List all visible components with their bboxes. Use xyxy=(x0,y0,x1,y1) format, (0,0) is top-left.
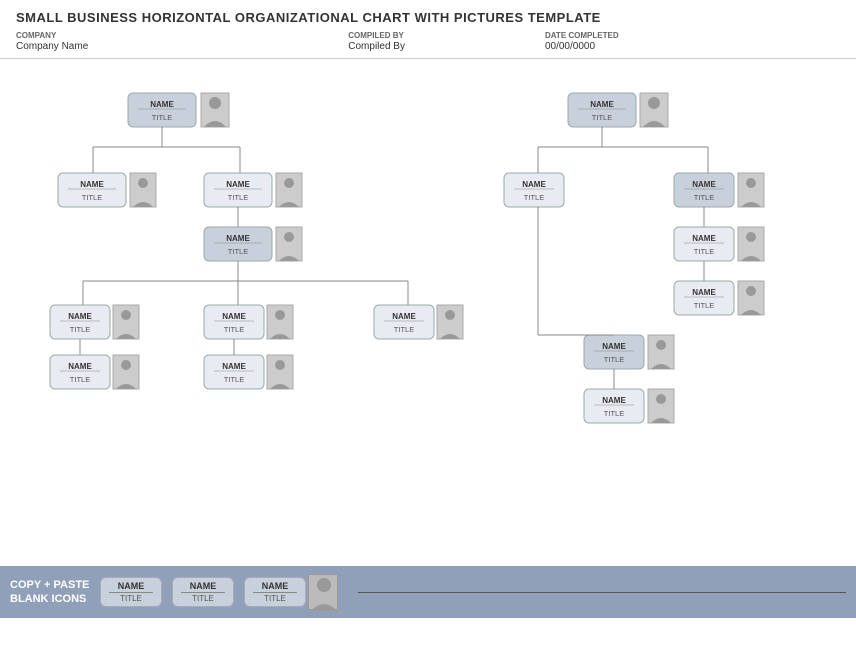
bottom-bar-label: COPY + PASTE BLANK ICONS xyxy=(10,578,90,607)
date-value[interactable]: 00/00/0000 xyxy=(545,41,619,52)
template-node-3: NAME TITLE xyxy=(244,574,338,610)
svg-text:NAME: NAME xyxy=(522,180,546,189)
svg-text:TITLE: TITLE xyxy=(70,375,90,384)
svg-text:TITLE: TITLE xyxy=(694,247,714,256)
svg-text:TITLE: TITLE xyxy=(694,301,714,310)
company-label: COMPANY xyxy=(16,31,88,40)
compiled-label: COMPILED BY xyxy=(348,31,405,40)
company-value[interactable]: Company Name xyxy=(16,41,88,52)
svg-text:NAME: NAME xyxy=(68,362,92,371)
svg-text:TITLE: TITLE xyxy=(604,355,624,364)
svg-text:TITLE: TITLE xyxy=(224,325,244,334)
svg-text:NAME: NAME xyxy=(692,234,716,243)
org-chart-svg: NAME TITLE NAME TITLE NAME TITLE NAME TI… xyxy=(8,65,844,555)
svg-text:NAME: NAME xyxy=(222,362,246,371)
svg-text:NAME: NAME xyxy=(150,100,174,109)
svg-text:NAME: NAME xyxy=(602,342,626,351)
template-node-1: NAME TITLE xyxy=(100,577,162,607)
svg-text:NAME: NAME xyxy=(226,180,250,189)
bottom-bar: COPY + PASTE BLANK ICONS NAME TITLE NAME… xyxy=(0,566,856,618)
svg-text:TITLE: TITLE xyxy=(228,247,248,256)
svg-text:TITLE: TITLE xyxy=(694,193,714,202)
svg-text:NAME: NAME xyxy=(692,180,716,189)
svg-text:NAME: NAME xyxy=(80,180,104,189)
svg-text:NAME: NAME xyxy=(602,396,626,405)
svg-text:TITLE: TITLE xyxy=(82,193,102,202)
svg-text:NAME: NAME xyxy=(692,288,716,297)
svg-text:TITLE: TITLE xyxy=(70,325,90,334)
template-node-2: NAME TITLE xyxy=(172,577,234,607)
svg-text:TITLE: TITLE xyxy=(604,409,624,418)
svg-text:NAME: NAME xyxy=(226,234,250,243)
svg-text:NAME: NAME xyxy=(68,312,92,321)
svg-text:TITLE: TITLE xyxy=(152,113,172,122)
compiled-value[interactable]: Compiled By xyxy=(348,41,405,52)
svg-text:TITLE: TITLE xyxy=(224,375,244,384)
svg-text:TITLE: TITLE xyxy=(524,193,544,202)
svg-text:NAME: NAME xyxy=(392,312,416,321)
bottom-line xyxy=(358,592,846,593)
meta-row: COMPANY Company Name COMPILED BY Compile… xyxy=(0,29,856,59)
chart-area: NAME TITLE NAME TITLE NAME TITLE NAME TI… xyxy=(0,65,856,558)
svg-text:NAME: NAME xyxy=(590,100,614,109)
svg-text:TITLE: TITLE xyxy=(228,193,248,202)
template-person-icon xyxy=(308,574,338,610)
page-title: SMALL BUSINESS HORIZONTAL ORGANIZATIONAL… xyxy=(0,0,856,29)
svg-text:NAME: NAME xyxy=(222,312,246,321)
svg-text:TITLE: TITLE xyxy=(394,325,414,334)
svg-text:TITLE: TITLE xyxy=(592,113,612,122)
date-label: DATE COMPLETED xyxy=(545,31,619,40)
